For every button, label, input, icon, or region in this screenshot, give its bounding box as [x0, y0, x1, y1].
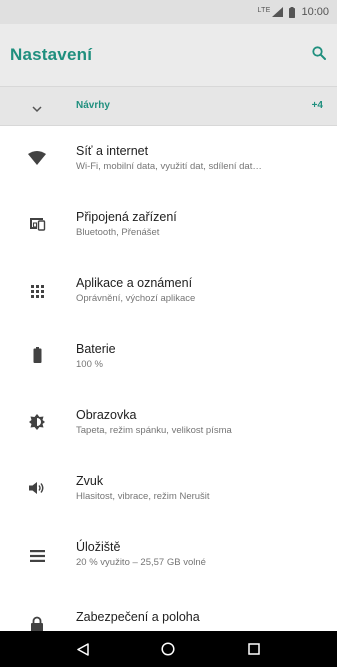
settings-item-title: Baterie	[76, 342, 116, 356]
battery-icon	[28, 346, 46, 364]
chevron-down-icon[interactable]	[32, 100, 42, 118]
recents-icon[interactable]	[234, 631, 274, 667]
settings-item-title: Obrazovka	[76, 408, 137, 422]
suggestions-header[interactable]: Návrhy +4	[0, 86, 337, 126]
settings-item-title: Aplikace a oznámení	[76, 276, 193, 290]
apps-grid-icon	[28, 282, 46, 300]
search-icon[interactable]	[312, 46, 326, 65]
settings-item-subtitle: 100 %	[76, 359, 103, 370]
network-type: LTE	[257, 7, 271, 14]
settings-item-title: Připojená zařízení	[76, 210, 177, 224]
settings-item-sound[interactable]: Zvuk Hlasitost, vibrace, režim Nerušit	[0, 456, 337, 522]
clock: 10:00	[301, 6, 329, 18]
settings-item-title: Zvuk	[76, 474, 104, 488]
settings-item-devices[interactable]: Připojená zařízení Bluetooth, Přenášet	[0, 192, 337, 258]
settings-item-battery[interactable]: Baterie 100 %	[0, 324, 337, 390]
settings-item-subtitle: Hlasitost, vibrace, režim Nerušit	[76, 491, 210, 502]
settings-item-storage[interactable]: Úložiště 20 % využito – 25,57 GB volné	[0, 522, 337, 588]
battery-status-icon	[289, 6, 296, 18]
brightness-icon	[28, 413, 46, 431]
settings-item-display[interactable]: Obrazovka Tapeta, režim spánku, velikost…	[0, 390, 337, 456]
settings-item-title: Úložiště	[76, 540, 121, 554]
suggestions-label: Návrhy	[76, 100, 110, 111]
home-icon[interactable]	[148, 631, 188, 667]
wifi-icon	[28, 149, 46, 167]
settings-item-subtitle: Tapeta, režim spánku, velikost písma	[76, 425, 232, 436]
settings-item-subtitle: Wi-Fi, mobilní data, využití dat, sdílen…	[76, 161, 262, 172]
storage-icon	[28, 547, 46, 565]
settings-item-subtitle: 20 % využito – 25,57 GB volné	[76, 557, 206, 568]
volume-icon	[28, 479, 46, 497]
settings-item-title: Zabezpečení a poloha	[76, 610, 200, 624]
settings-item-subtitle: Oprávnění, výchozí aplikace	[76, 293, 196, 304]
page-title: Nastavení	[10, 45, 93, 64]
navigation-bar	[0, 631, 337, 667]
status-bar: LTE 10:00	[0, 0, 337, 24]
settings-item-subtitle: Bluetooth, Přenášet	[76, 227, 160, 238]
settings-item-apps[interactable]: Aplikace a oznámení Oprávnění, výchozí a…	[0, 258, 337, 324]
suggestions-count: +4	[311, 100, 323, 111]
app-bar: Nastavení	[0, 24, 337, 86]
devices-icon	[28, 215, 46, 233]
back-icon[interactable]	[63, 631, 103, 667]
settings-item-title: Síť a internet	[76, 144, 149, 158]
settings-item-network[interactable]: Síť a internet Wi-Fi, mobilní data, využ…	[0, 126, 337, 192]
signal-icon	[272, 7, 284, 17]
